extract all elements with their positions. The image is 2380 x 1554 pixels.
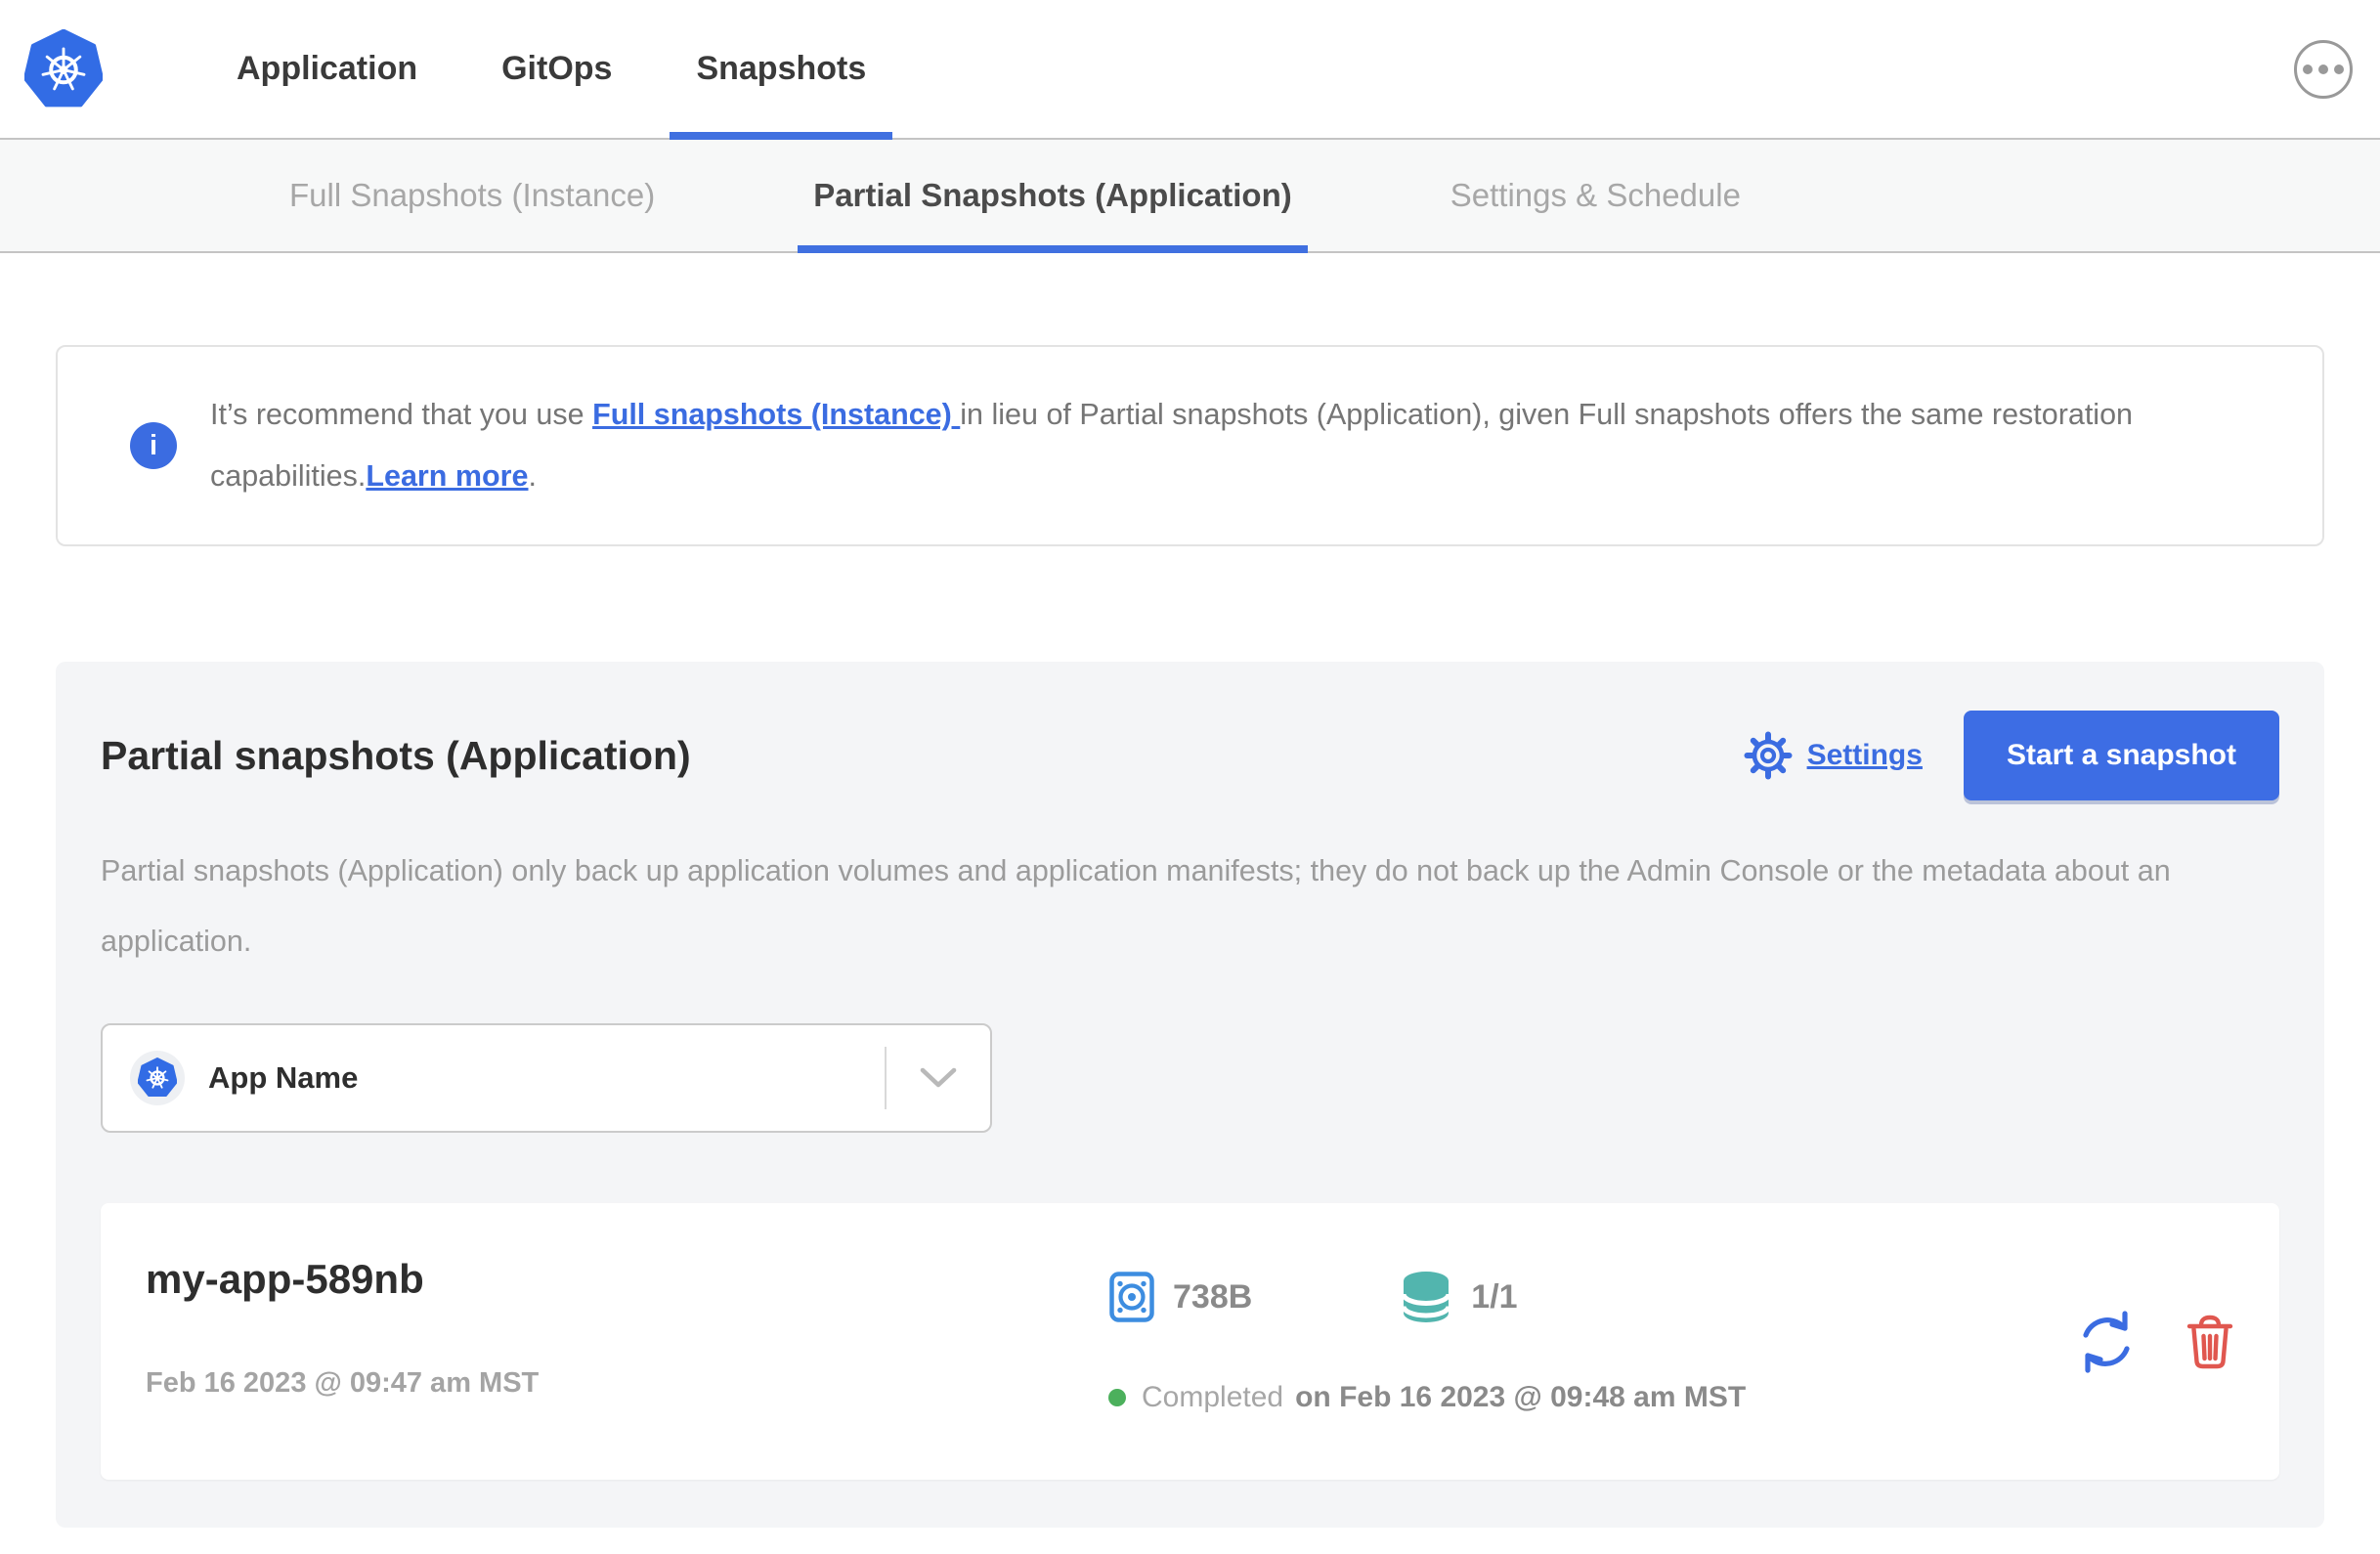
snapshot-details: 738B 1/1 Completed on Feb 16 2023 @ 09:4… — [1108, 1270, 2074, 1427]
status-label: Completed — [1142, 1381, 1284, 1413]
restore-icon — [2083, 1310, 2130, 1373]
nav-item-snapshots[interactable]: Snapshots — [670, 0, 893, 140]
delete-snapshot-button[interactable] — [2185, 1314, 2234, 1370]
snapshot-name: my-app-589nb — [146, 1256, 424, 1302]
tab-settings-schedule[interactable]: Settings & Schedule — [1435, 140, 1756, 251]
snapshot-size-value: 738B — [1173, 1277, 1253, 1316]
tab-full-snapshots[interactable]: Full Snapshots (Instance) — [274, 140, 671, 251]
snapshot-size-stat: 738B — [1108, 1271, 1252, 1323]
ellipsis-dot — [2334, 64, 2344, 74]
kubernetes-logo-icon — [24, 29, 103, 108]
card-header-actions: Settings Start a snapshot — [1744, 711, 2279, 800]
snapshot-settings-link[interactable]: Settings — [1744, 731, 1923, 780]
restore-snapshot-button[interactable] — [2074, 1310, 2139, 1374]
full-snapshots-link[interactable]: Full snapshots (Instance) — [592, 398, 960, 431]
top-nav: Application GitOps Snapshots — [0, 0, 2380, 140]
gear-icon — [1744, 731, 1793, 780]
partial-snapshots-card: Partial snapshots (Application) Settings… — [56, 662, 2324, 1528]
ellipsis-dot — [2318, 64, 2328, 74]
trash-icon — [2186, 1315, 2233, 1368]
database-icon — [1401, 1272, 1451, 1322]
start-snapshot-button[interactable]: Start a snapshot — [1963, 711, 2279, 800]
banner-text-segment: It’s recommend that you use — [210, 398, 593, 431]
info-banner: i It’s recommend that you use Full snaps… — [56, 345, 2324, 546]
snapshots-subnav: Full Snapshots (Instance) Partial Snapsh… — [0, 140, 2380, 253]
chevron-down-icon — [920, 1067, 957, 1088]
info-icon: i — [130, 422, 177, 469]
page-title: Partial snapshots (Application) — [101, 732, 691, 778]
app-name-select[interactable]: App Name — [101, 1023, 992, 1133]
learn-more-link[interactable]: Learn more — [366, 459, 528, 493]
info-banner-text: It’s recommend that you use Full snapsho… — [210, 384, 2254, 507]
card-header: Partial snapshots (Application) Settings… — [101, 711, 2279, 800]
status-dot — [1108, 1389, 1126, 1406]
nav-item-application[interactable]: Application — [210, 0, 444, 138]
ellipsis-menu-button[interactable] — [2294, 39, 2353, 99]
ellipsis-dot — [2303, 64, 2313, 74]
snapshot-created-timestamp: Feb 16 2023 @ 09:47 am MST — [146, 1367, 540, 1399]
snapshot-actions — [2074, 1310, 2234, 1374]
banner-text-segment: . — [528, 459, 537, 493]
status-finished-timestamp: on Feb 16 2023 @ 09:48 am MST — [1295, 1381, 1747, 1413]
snapshot-volumes-stat: 1/1 — [1399, 1270, 1518, 1324]
nav-item-gitops[interactable]: GitOps — [475, 0, 638, 138]
settings-link-label: Settings — [1806, 739, 1923, 771]
app-kubernetes-icon — [138, 1058, 177, 1097]
tab-partial-snapshots[interactable]: Partial Snapshots (Application) — [798, 140, 1308, 253]
app-select-value: App Name — [208, 1060, 359, 1095]
app-badge — [130, 1051, 185, 1105]
snapshot-status-line: Completed on Feb 16 2023 @ 09:48 am MST — [1108, 1381, 2074, 1414]
snapshot-row: my-app-589nb Feb 16 2023 @ 09:47 am MST … — [101, 1203, 2279, 1480]
snapshot-volumes-value: 1/1 — [1471, 1277, 1518, 1316]
primary-nav: Application GitOps Snapshots — [210, 0, 924, 140]
snapshot-stats: 738B 1/1 — [1108, 1270, 2074, 1324]
card-description: Partial snapshots (Application) only bac… — [101, 854, 2171, 958]
disk-icon — [1109, 1272, 1154, 1322]
snapshot-info: my-app-589nb Feb 16 2023 @ 09:47 am MST — [146, 1256, 1108, 1427]
select-chevron-area[interactable] — [887, 1067, 990, 1089]
